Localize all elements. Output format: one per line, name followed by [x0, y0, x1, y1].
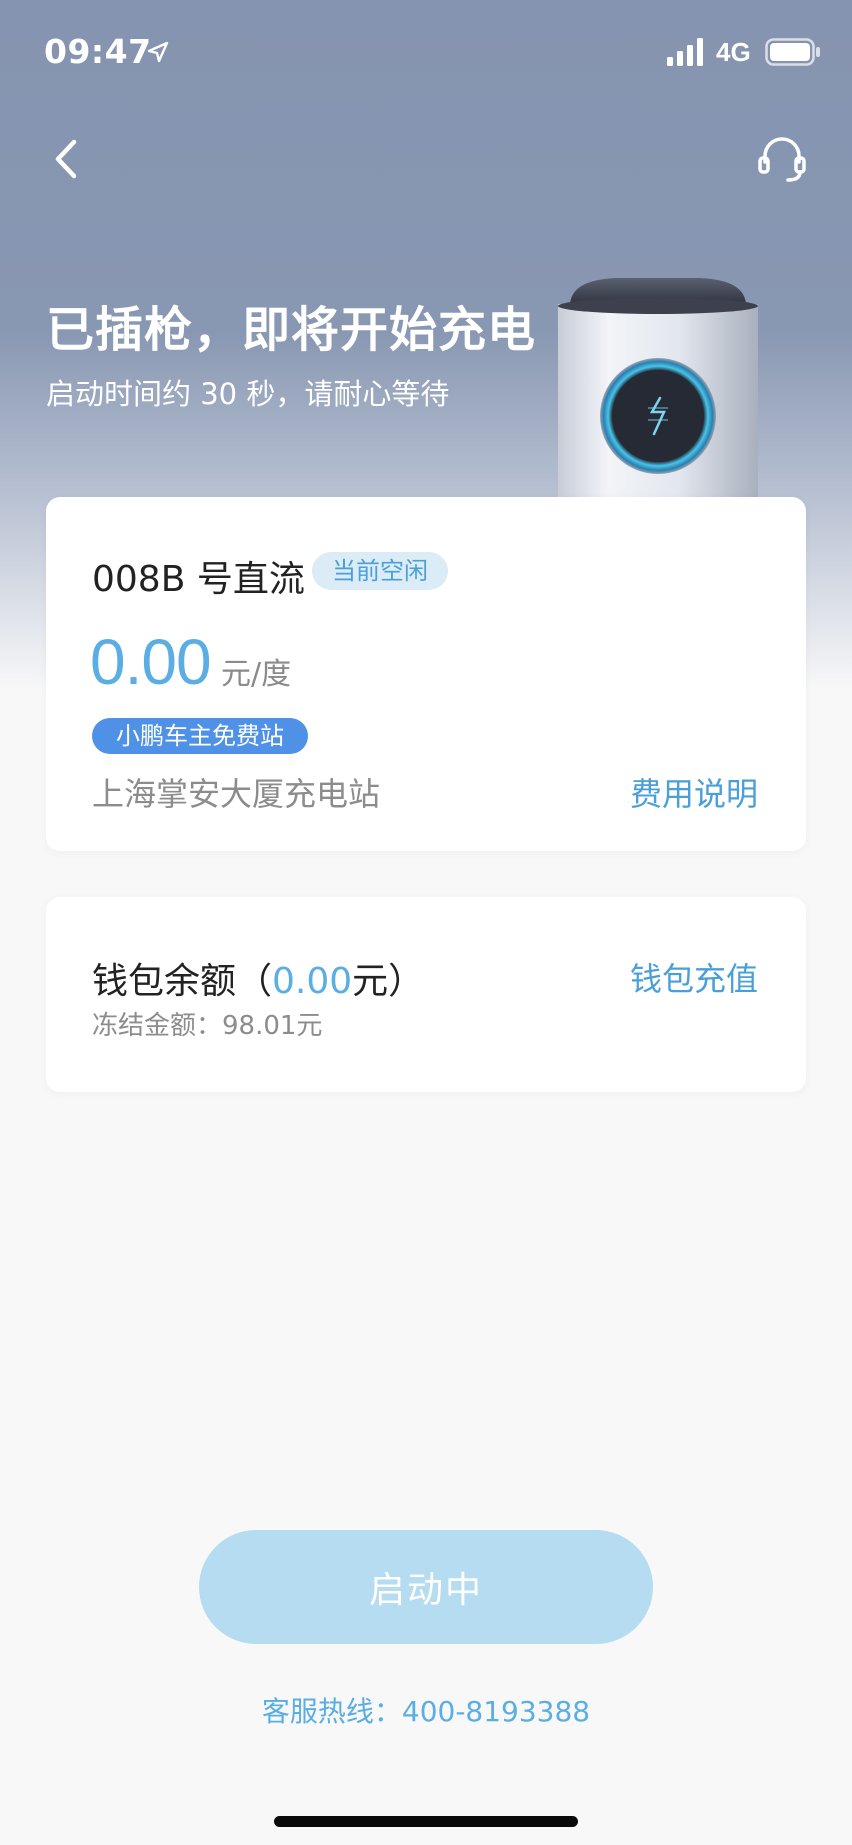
- back-chevron-icon[interactable]: [48, 134, 92, 184]
- status-time: 09:47: [44, 32, 152, 71]
- network-type: 4G: [716, 37, 751, 67]
- customer-hotline[interactable]: 客服热线：400-8193388: [0, 1690, 852, 1730]
- battery-icon: [765, 38, 820, 66]
- page-subtitle: 启动时间约 30 秒，请耐心等待: [46, 377, 450, 411]
- wallet-balance-title: 钱包余额（0.00元）: [92, 952, 424, 1004]
- wallet-card: 钱包余额（0.00元） 冻结金额：98.01元 钱包充值: [46, 897, 806, 1092]
- wallet-balance-amount: 0.00: [272, 961, 353, 1002]
- station-card: 008B 号直流 当前空闲 0.00 元/度 小鹏车主免费站 上海掌安大厦充电站…: [46, 497, 806, 851]
- wallet-topup-link[interactable]: 钱包充值: [630, 954, 758, 1000]
- page-title: 已插枪，即将开始充电: [46, 302, 537, 358]
- signal-icon: [667, 38, 703, 66]
- pile-name: 008B 号直流: [92, 559, 305, 600]
- charger-illustration: [558, 278, 758, 500]
- fee-explanation-link[interactable]: 费用说明: [630, 769, 758, 815]
- frozen-amount: 冻结金额：98.01元: [92, 1011, 323, 1041]
- pile-status-badge: 当前空闲: [312, 552, 448, 590]
- free-station-badge: 小鹏车主免费站: [92, 718, 308, 754]
- wallet-title-prefix: 钱包余额（: [92, 961, 273, 1002]
- headset-support-icon[interactable]: [756, 134, 808, 184]
- status-bar: 09:47 4G: [0, 0, 852, 100]
- price-value: 0.00: [90, 626, 212, 698]
- wallet-title-suffix: 元）: [352, 961, 425, 1002]
- location-arrow-icon: [147, 41, 169, 63]
- station-name: 上海掌安大厦充电站: [92, 775, 381, 813]
- home-indicator[interactable]: [274, 1816, 578, 1827]
- price-unit: 元/度: [221, 657, 292, 692]
- start-charging-button[interactable]: 启动中: [199, 1530, 653, 1644]
